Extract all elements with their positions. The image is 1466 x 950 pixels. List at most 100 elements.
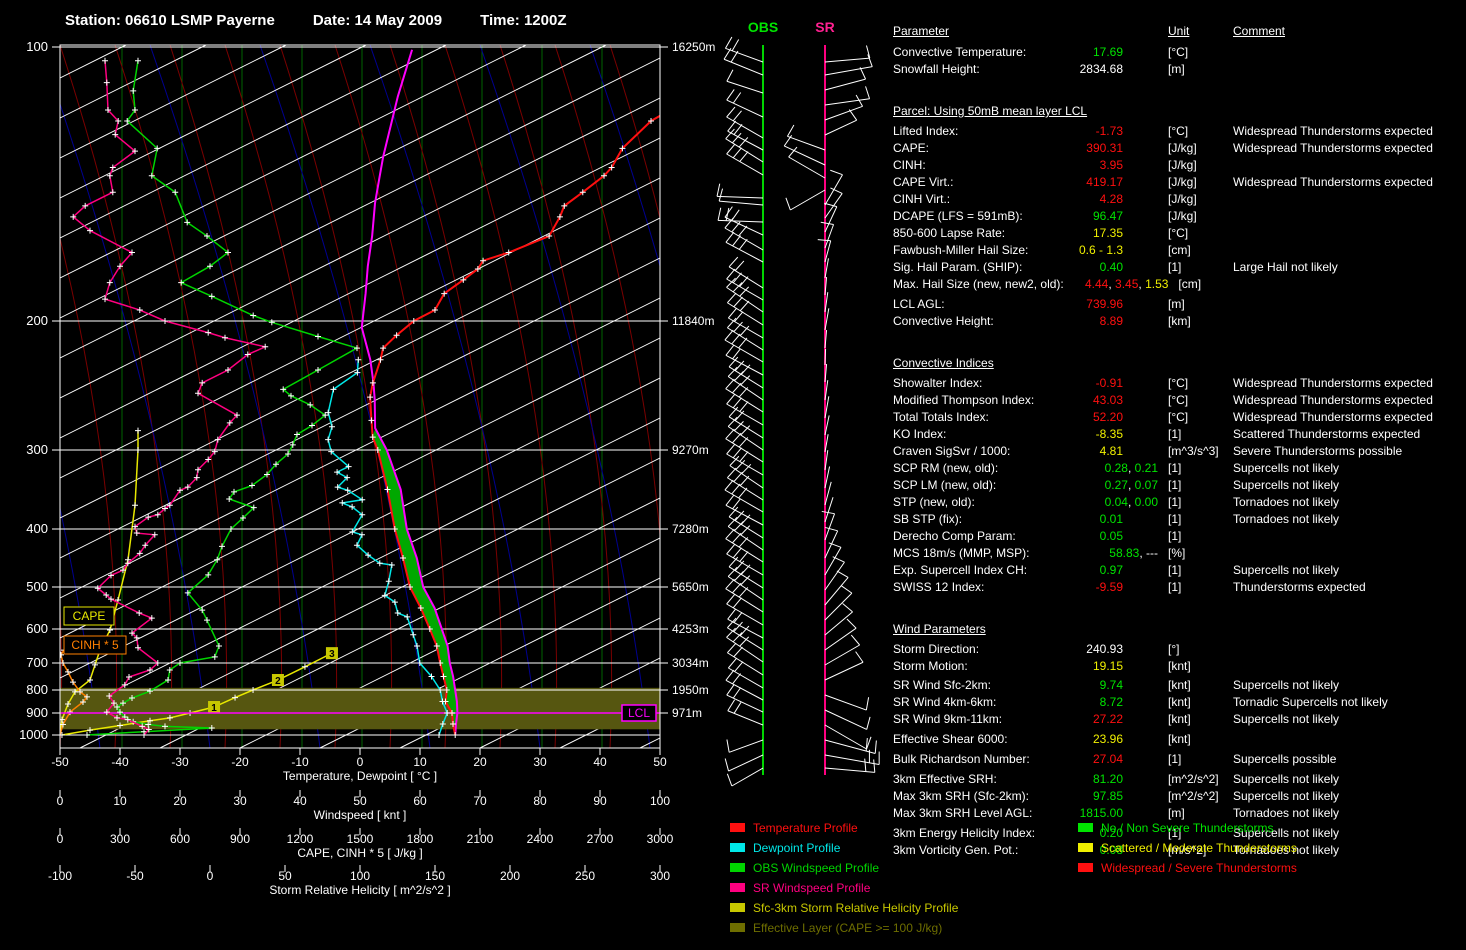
table-value: -9.59	[1096, 580, 1123, 594]
table-value: 9.74	[1100, 678, 1123, 692]
table-row: CINH Virt.:[J/kg]4.28	[0, 192, 1466, 209]
table-unit: [knt]	[1168, 659, 1191, 673]
table-unit: [knt]	[1168, 732, 1191, 746]
table-comment: Widespread Thunderstorms expected	[1233, 376, 1433, 390]
table-header-parameter: Parameter	[893, 24, 949, 38]
legend-item-profile: Dewpoint Profile	[730, 841, 840, 855]
table-comment: Widespread Thunderstorms expected	[1233, 175, 1433, 189]
table-row: Fawbush-Miller Hail Size:[cm]0.6 - 1.3	[0, 243, 1466, 260]
table-unit: [knt]	[1168, 678, 1191, 692]
table-row: Max 3km SRH (Sfc-2km):[m^2/s^2]97.85Supe…	[0, 789, 1466, 806]
table-section-title: Convective Indices	[893, 356, 994, 370]
table-value: 2834.68	[1080, 62, 1123, 76]
table-row: SCP LM (new, old):[1]0.27, 0.07Supercell…	[0, 478, 1466, 495]
table-value: 8.72	[1100, 695, 1123, 709]
table-unit: [1]	[1168, 529, 1181, 543]
table-value: 240.93	[1086, 642, 1123, 656]
table-unit: [°C]	[1168, 410, 1188, 424]
table-row: Sig. Hail Param. (SHIP):[1]0.40Large Hai…	[0, 260, 1466, 277]
table-unit: [m^2/s^2]	[1168, 772, 1219, 786]
legend-item-profile: Temperature Profile	[730, 821, 858, 835]
table-comment: Supercells possible	[1233, 752, 1336, 766]
table-unit: [m]	[1168, 62, 1185, 76]
table-header-comment: Comment	[1233, 24, 1285, 38]
legend-swatch	[730, 923, 745, 932]
table-comment: Widespread Thunderstorms expected	[1233, 410, 1433, 424]
table-row: Lifted Index:[°C]-1.73Widespread Thunder…	[0, 124, 1466, 141]
table-unit: [1]	[1168, 427, 1181, 441]
table-value: 8.89	[1100, 314, 1123, 328]
table-row: Bulk Richardson Number:[1]27.04Supercell…	[0, 752, 1466, 769]
table-value: 3.95	[1100, 158, 1123, 172]
table-value: -1.73	[1096, 124, 1123, 138]
table-unit: [m^2/s^2]	[1168, 789, 1219, 803]
table-value: 17.69	[1093, 45, 1123, 59]
table-comment: Supercells not likely	[1233, 563, 1339, 577]
table-value: 0.04, 0.00	[1105, 495, 1158, 509]
table-value: 739.96	[1086, 297, 1123, 311]
table-value: 43.03	[1093, 393, 1123, 407]
table-row: Snowfall Height:[m]2834.68	[0, 62, 1466, 79]
table-unit: [1]	[1168, 260, 1181, 274]
table-unit: [J/kg]	[1168, 209, 1197, 223]
table-value: 0.97	[1100, 563, 1123, 577]
table-row: CINH:[J/kg]3.95	[0, 158, 1466, 175]
legend-swatch	[730, 863, 745, 872]
table-row: SCP RM (new, old):[1]0.28, 0.21Supercell…	[0, 461, 1466, 478]
table-comment: Severe Thunderstorms possible	[1233, 444, 1402, 458]
table-comment: Supercells not likely	[1233, 772, 1339, 786]
table-value: 27.22	[1093, 712, 1123, 726]
legend-item-severity: Scattered / Moderate Thunderstorms	[1078, 841, 1297, 855]
table-row: SB STP (fix):[1]0.01Tornadoes not likely	[0, 512, 1466, 529]
table-value: 4.81	[1100, 444, 1123, 458]
table-unit: [1]	[1168, 512, 1181, 526]
table-unit: [1]	[1168, 752, 1181, 766]
table-unit: [°C]	[1168, 226, 1188, 240]
table-row: STP (new, old):[1]0.04, 0.00Tornadoes no…	[0, 495, 1466, 512]
legend-item-profile: SR Windspeed Profile	[730, 881, 870, 895]
table-row: LCL AGL:[m]739.96	[0, 297, 1466, 314]
table-row: 3km Effective SRH:[m^2/s^2]81.20Supercel…	[0, 772, 1466, 789]
table-value: 27.04	[1093, 752, 1123, 766]
legend-swatch	[1078, 823, 1093, 832]
table-value: 52.20	[1093, 410, 1123, 424]
table-value: 23.96	[1093, 732, 1123, 746]
table-value: -0.91	[1096, 376, 1123, 390]
table-unit: [knt]	[1168, 695, 1191, 709]
table-comment: Tornadoes not likely	[1233, 806, 1339, 820]
table-value: 96.47	[1093, 209, 1123, 223]
table-header-unit: Unit	[1168, 24, 1189, 38]
table-unit: [J/kg]	[1168, 175, 1197, 189]
table-value: 1815.00	[1080, 806, 1123, 820]
table-unit: [°C]	[1168, 45, 1188, 59]
table-unit: [cm]	[1168, 243, 1191, 257]
table-unit: [%]	[1168, 546, 1185, 560]
table-value: 97.85	[1093, 789, 1123, 803]
legend-swatch	[730, 883, 745, 892]
table-value: 81.20	[1093, 772, 1123, 786]
table-value: 0.6 - 1.3	[1079, 243, 1123, 257]
table-value: 0.27, 0.07	[1105, 478, 1158, 492]
table-row: SR Wind 9km-11km:[knt]27.22Supercells no…	[0, 712, 1466, 729]
table-row: 850-600 Lapse Rate:[°C]17.35	[0, 226, 1466, 243]
table-comment: Supercells not likely	[1233, 712, 1339, 726]
table-unit: [1]	[1168, 495, 1181, 509]
table-row: Craven SigSvr / 1000:[m^3/s^3]4.81Severe…	[0, 444, 1466, 461]
table-row: Convective Temperature:[°C]17.69	[0, 45, 1466, 62]
table-unit: [°C]	[1168, 124, 1188, 138]
table-unit: [km]	[1168, 314, 1191, 328]
table-row: SR Wind Sfc-2km:[knt]9.74Supercells not …	[0, 678, 1466, 695]
legend-swatch	[730, 903, 745, 912]
table-unit: [°C]	[1168, 393, 1188, 407]
table-row: SWISS 12 Index:[1]-9.59Thunderstorms exp…	[0, 580, 1466, 597]
table-unit: [1]	[1168, 478, 1181, 492]
table-comment: Large Hail not likely	[1233, 260, 1338, 274]
table-row: KO Index:[1]-8.35Scattered Thunderstorms…	[0, 427, 1466, 444]
table-value: 4.28	[1100, 192, 1123, 206]
legend-item-severity: No / Non Severe Thunderstorms	[1078, 821, 1274, 835]
table-row: Max. Hail Size (new, new2, old):4.44, 3.…	[0, 277, 1466, 294]
table-value: 17.35	[1093, 226, 1123, 240]
table-section-title: Parcel: Using 50mB mean layer LCL	[893, 104, 1087, 118]
table-comment: Thunderstorms expected	[1233, 580, 1366, 594]
table-value: 0.05	[1100, 529, 1123, 543]
